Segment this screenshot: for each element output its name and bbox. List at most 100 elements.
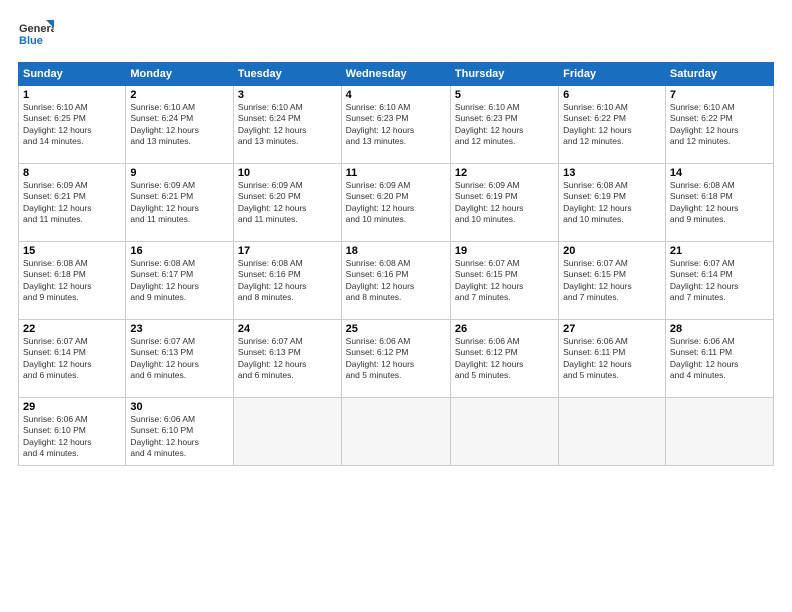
- day-info: Sunrise: 6:08 AM Sunset: 6:16 PM Dayligh…: [346, 258, 446, 304]
- logo: General Blue: [18, 18, 56, 54]
- day-cell: [559, 398, 666, 466]
- day-number: 19: [455, 245, 554, 257]
- day-cell: 28Sunrise: 6:06 AM Sunset: 6:11 PM Dayli…: [665, 320, 773, 398]
- day-cell: 24Sunrise: 6:07 AM Sunset: 6:13 PM Dayli…: [233, 320, 341, 398]
- calendar-table: SundayMondayTuesdayWednesdayThursdayFrid…: [18, 62, 774, 466]
- day-cell: 18Sunrise: 6:08 AM Sunset: 6:16 PM Dayli…: [341, 242, 450, 320]
- day-cell: 2Sunrise: 6:10 AM Sunset: 6:24 PM Daylig…: [126, 86, 234, 164]
- day-header-sunday: Sunday: [19, 63, 126, 86]
- day-number: 26: [455, 323, 554, 335]
- day-info: Sunrise: 6:10 AM Sunset: 6:25 PM Dayligh…: [23, 102, 121, 148]
- day-number: 11: [346, 167, 446, 179]
- week-row-5: 29Sunrise: 6:06 AM Sunset: 6:10 PM Dayli…: [19, 398, 774, 466]
- day-info: Sunrise: 6:07 AM Sunset: 6:13 PM Dayligh…: [130, 336, 229, 382]
- week-row-1: 1Sunrise: 6:10 AM Sunset: 6:25 PM Daylig…: [19, 86, 774, 164]
- day-info: Sunrise: 6:06 AM Sunset: 6:12 PM Dayligh…: [346, 336, 446, 382]
- day-number: 7: [670, 89, 769, 101]
- day-info: Sunrise: 6:07 AM Sunset: 6:13 PM Dayligh…: [238, 336, 337, 382]
- svg-text:Blue: Blue: [19, 35, 43, 47]
- day-number: 30: [130, 401, 229, 413]
- day-cell: 27Sunrise: 6:06 AM Sunset: 6:11 PM Dayli…: [559, 320, 666, 398]
- day-info: Sunrise: 6:08 AM Sunset: 6:19 PM Dayligh…: [563, 180, 661, 226]
- day-cell: 19Sunrise: 6:07 AM Sunset: 6:15 PM Dayli…: [450, 242, 558, 320]
- day-cell: 7Sunrise: 6:10 AM Sunset: 6:22 PM Daylig…: [665, 86, 773, 164]
- day-info: Sunrise: 6:07 AM Sunset: 6:14 PM Dayligh…: [670, 258, 769, 304]
- day-number: 6: [563, 89, 661, 101]
- day-number: 22: [23, 323, 121, 335]
- day-cell: 8Sunrise: 6:09 AM Sunset: 6:21 PM Daylig…: [19, 164, 126, 242]
- day-number: 10: [238, 167, 337, 179]
- svg-text:General: General: [19, 23, 54, 35]
- day-info: Sunrise: 6:06 AM Sunset: 6:12 PM Dayligh…: [455, 336, 554, 382]
- day-cell: 21Sunrise: 6:07 AM Sunset: 6:14 PM Dayli…: [665, 242, 773, 320]
- day-cell: 25Sunrise: 6:06 AM Sunset: 6:12 PM Dayli…: [341, 320, 450, 398]
- week-row-2: 8Sunrise: 6:09 AM Sunset: 6:21 PM Daylig…: [19, 164, 774, 242]
- day-number: 25: [346, 323, 446, 335]
- day-number: 29: [23, 401, 121, 413]
- day-number: 8: [23, 167, 121, 179]
- day-cell: 17Sunrise: 6:08 AM Sunset: 6:16 PM Dayli…: [233, 242, 341, 320]
- day-info: Sunrise: 6:09 AM Sunset: 6:20 PM Dayligh…: [346, 180, 446, 226]
- day-info: Sunrise: 6:08 AM Sunset: 6:17 PM Dayligh…: [130, 258, 229, 304]
- day-number: 23: [130, 323, 229, 335]
- day-cell: 5Sunrise: 6:10 AM Sunset: 6:23 PM Daylig…: [450, 86, 558, 164]
- day-info: Sunrise: 6:10 AM Sunset: 6:23 PM Dayligh…: [346, 102, 446, 148]
- day-cell: 15Sunrise: 6:08 AM Sunset: 6:18 PM Dayli…: [19, 242, 126, 320]
- day-cell: [233, 398, 341, 466]
- day-header-row: SundayMondayTuesdayWednesdayThursdayFrid…: [19, 63, 774, 86]
- logo-svg: General Blue: [18, 18, 54, 54]
- day-info: Sunrise: 6:10 AM Sunset: 6:22 PM Dayligh…: [563, 102, 661, 148]
- day-info: Sunrise: 6:10 AM Sunset: 6:23 PM Dayligh…: [455, 102, 554, 148]
- day-cell: [450, 398, 558, 466]
- day-number: 3: [238, 89, 337, 101]
- day-number: 2: [130, 89, 229, 101]
- day-cell: 16Sunrise: 6:08 AM Sunset: 6:17 PM Dayli…: [126, 242, 234, 320]
- header: General Blue: [18, 18, 774, 54]
- day-cell: 4Sunrise: 6:10 AM Sunset: 6:23 PM Daylig…: [341, 86, 450, 164]
- day-info: Sunrise: 6:10 AM Sunset: 6:24 PM Dayligh…: [130, 102, 229, 148]
- day-info: Sunrise: 6:08 AM Sunset: 6:18 PM Dayligh…: [23, 258, 121, 304]
- calendar-page: General Blue SundayMondayTuesdayWednesda…: [0, 0, 792, 612]
- day-number: 1: [23, 89, 121, 101]
- day-number: 15: [23, 245, 121, 257]
- day-info: Sunrise: 6:10 AM Sunset: 6:22 PM Dayligh…: [670, 102, 769, 148]
- day-cell: 22Sunrise: 6:07 AM Sunset: 6:14 PM Dayli…: [19, 320, 126, 398]
- day-info: Sunrise: 6:06 AM Sunset: 6:11 PM Dayligh…: [563, 336, 661, 382]
- day-number: 17: [238, 245, 337, 257]
- day-number: 18: [346, 245, 446, 257]
- day-header-monday: Monday: [126, 63, 234, 86]
- day-info: Sunrise: 6:07 AM Sunset: 6:14 PM Dayligh…: [23, 336, 121, 382]
- day-header-tuesday: Tuesday: [233, 63, 341, 86]
- day-info: Sunrise: 6:06 AM Sunset: 6:11 PM Dayligh…: [670, 336, 769, 382]
- day-cell: 20Sunrise: 6:07 AM Sunset: 6:15 PM Dayli…: [559, 242, 666, 320]
- day-number: 14: [670, 167, 769, 179]
- day-cell: 1Sunrise: 6:10 AM Sunset: 6:25 PM Daylig…: [19, 86, 126, 164]
- week-row-3: 15Sunrise: 6:08 AM Sunset: 6:18 PM Dayli…: [19, 242, 774, 320]
- day-number: 21: [670, 245, 769, 257]
- day-info: Sunrise: 6:08 AM Sunset: 6:16 PM Dayligh…: [238, 258, 337, 304]
- day-cell: 14Sunrise: 6:08 AM Sunset: 6:18 PM Dayli…: [665, 164, 773, 242]
- day-cell: 26Sunrise: 6:06 AM Sunset: 6:12 PM Dayli…: [450, 320, 558, 398]
- day-cell: [341, 398, 450, 466]
- day-number: 24: [238, 323, 337, 335]
- day-cell: [665, 398, 773, 466]
- day-number: 20: [563, 245, 661, 257]
- day-info: Sunrise: 6:09 AM Sunset: 6:20 PM Dayligh…: [238, 180, 337, 226]
- week-row-4: 22Sunrise: 6:07 AM Sunset: 6:14 PM Dayli…: [19, 320, 774, 398]
- day-number: 5: [455, 89, 554, 101]
- day-number: 28: [670, 323, 769, 335]
- day-info: Sunrise: 6:09 AM Sunset: 6:21 PM Dayligh…: [23, 180, 121, 226]
- day-cell: 10Sunrise: 6:09 AM Sunset: 6:20 PM Dayli…: [233, 164, 341, 242]
- day-header-wednesday: Wednesday: [341, 63, 450, 86]
- day-info: Sunrise: 6:06 AM Sunset: 6:10 PM Dayligh…: [130, 414, 229, 460]
- day-number: 13: [563, 167, 661, 179]
- day-cell: 3Sunrise: 6:10 AM Sunset: 6:24 PM Daylig…: [233, 86, 341, 164]
- day-header-saturday: Saturday: [665, 63, 773, 86]
- day-info: Sunrise: 6:06 AM Sunset: 6:10 PM Dayligh…: [23, 414, 121, 460]
- day-number: 9: [130, 167, 229, 179]
- day-header-thursday: Thursday: [450, 63, 558, 86]
- day-number: 16: [130, 245, 229, 257]
- day-info: Sunrise: 6:09 AM Sunset: 6:19 PM Dayligh…: [455, 180, 554, 226]
- day-cell: 23Sunrise: 6:07 AM Sunset: 6:13 PM Dayli…: [126, 320, 234, 398]
- day-cell: 30Sunrise: 6:06 AM Sunset: 6:10 PM Dayli…: [126, 398, 234, 466]
